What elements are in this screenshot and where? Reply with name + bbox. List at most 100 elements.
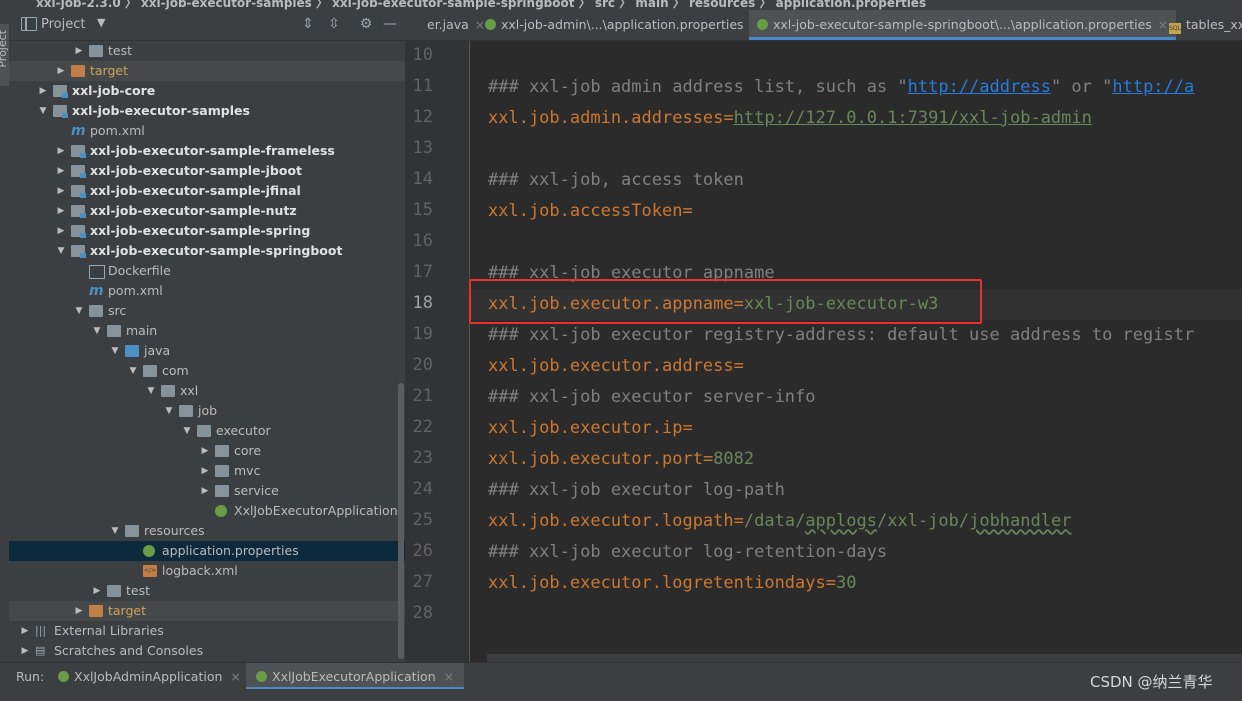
code-line[interactable]: xxl.job.executor.address= bbox=[488, 351, 744, 382]
line-number: 13 bbox=[412, 138, 433, 158]
chevron-down-icon[interactable]: ▼ bbox=[181, 421, 193, 441]
package-icon bbox=[215, 465, 229, 477]
chevron-right-icon[interactable]: ▶ bbox=[37, 81, 49, 101]
tree-item[interactable]: </> logback.xml bbox=[9, 561, 405, 581]
spring-icon bbox=[485, 19, 496, 30]
code-token: 30 bbox=[836, 573, 857, 593]
line-number-gutter: 10 11 12 13 14 15 16 17 18 19 20 21 22 23 24 25 26 27 28 bbox=[405, 41, 470, 662]
tree-item[interactable]: ▶ target bbox=[9, 61, 405, 81]
code-line[interactable]: xxl.job.admin.addresses=http://127.0.0.1… bbox=[488, 103, 1092, 134]
code-line[interactable]: xxl.job.executor.logpath=/data/applogs/x… bbox=[488, 506, 1071, 537]
tree-item[interactable]: ▶ test bbox=[9, 581, 405, 601]
chevron-right-icon[interactable]: ▶ bbox=[73, 601, 85, 621]
tree-item[interactable]: XxlJobExecutorApplication bbox=[9, 501, 405, 521]
tree-item[interactable]: ▼ src bbox=[9, 301, 405, 321]
close-icon[interactable]: × bbox=[230, 669, 240, 684]
chevron-down-icon[interactable]: ▼ bbox=[109, 341, 121, 361]
project-panel-title[interactable]: Project bbox=[41, 17, 85, 32]
chevron-down-icon[interactable]: ▼ bbox=[91, 321, 103, 341]
tree-item[interactable]: ▼ com bbox=[9, 361, 405, 381]
close-icon[interactable]: × bbox=[444, 669, 454, 684]
run-tab[interactable]: XxlJobExecutorApplication × bbox=[246, 663, 465, 690]
tree-item[interactable]: ▼ java bbox=[9, 341, 405, 361]
tree-item[interactable]: m pom.xml bbox=[9, 281, 405, 301]
collapse-all-icon[interactable]: ⇳ bbox=[325, 15, 343, 33]
project-tool-label[interactable]: Project bbox=[0, 30, 9, 68]
tree-item[interactable]: ▼ xxl-job-executor-sample-springboot bbox=[9, 241, 405, 261]
tree-item[interactable]: ▼ job bbox=[9, 401, 405, 421]
chevron-down-icon[interactable]: ▼ bbox=[55, 241, 67, 261]
tree-item[interactable]: ▶ xxl-job-executor-sample-spring bbox=[9, 221, 405, 241]
editor-tab[interactable]: xxl-job-executor-sample-springboot\...\a… bbox=[749, 10, 1176, 40]
code-line[interactable]: ### xxl-job admin address list, such as … bbox=[488, 72, 1194, 103]
editor-tab-label: xxl-job-admin\...\application.properties bbox=[501, 17, 744, 32]
chevron-right-icon[interactable]: ▶ bbox=[55, 201, 67, 221]
tree-item[interactable]: ▶ service bbox=[9, 481, 405, 501]
tree-item[interactable]: ▶ xxl-job-core bbox=[9, 81, 405, 101]
tree-item[interactable]: ▶ xxl-job-executor-sample-nutz bbox=[9, 201, 405, 221]
hide-panel-icon[interactable]: — bbox=[381, 15, 399, 33]
tree-item[interactable]: ▶ xxl-job-executor-sample-frameless bbox=[9, 141, 405, 161]
tree-item-label: main bbox=[126, 323, 158, 338]
code-line[interactable]: xxl.job.executor.logretentiondays=30 bbox=[488, 568, 857, 599]
expand-all-icon[interactable]: ⇕ bbox=[299, 15, 317, 33]
chevron-right-icon[interactable]: ▶ bbox=[199, 461, 211, 481]
gear-icon[interactable]: ⚙ bbox=[357, 15, 375, 33]
chevron-down-icon[interactable]: ▼ bbox=[109, 521, 121, 541]
chevron-right-icon[interactable]: ▶ bbox=[73, 41, 85, 61]
chevron-down-icon[interactable]: ▼ bbox=[145, 381, 157, 401]
chevron-right-icon[interactable]: ▶ bbox=[19, 641, 31, 661]
code-editor[interactable]: ### xxl-job admin address list, such as … bbox=[470, 41, 1242, 662]
code-line[interactable]: ### xxl-job executor log-retention-days bbox=[488, 537, 887, 568]
tree-item[interactable]: m pom.xml bbox=[9, 121, 405, 141]
tree-item[interactable]: Dockerfile bbox=[9, 261, 405, 281]
code-line[interactable]: ### xxl-job, access token bbox=[488, 165, 744, 196]
code-line[interactable]: xxl.job.accessToken= bbox=[488, 196, 693, 227]
editor-tab[interactable]: SQL tables_xxl_ bbox=[1161, 10, 1242, 40]
run-label: Run: bbox=[16, 669, 45, 684]
tree-item[interactable]: ▼ xxl-job-executor-samples bbox=[9, 101, 405, 121]
tree-item[interactable]: ▶ target bbox=[9, 601, 405, 621]
tree-item[interactable]: ▶ core bbox=[9, 441, 405, 461]
chevron-right-icon[interactable]: ▶ bbox=[199, 441, 211, 461]
chevron-right-icon[interactable]: ▶ bbox=[55, 141, 67, 161]
chevron-down-icon[interactable]: ▼ bbox=[37, 101, 49, 121]
chevron-right-icon[interactable]: ▶ bbox=[55, 61, 67, 81]
code-token: ### xxl-job executor log-path bbox=[488, 480, 785, 500]
tree-item[interactable]: ▶ xxl-job-executor-sample-jfinal bbox=[9, 181, 405, 201]
chevron-right-icon[interactable]: ▶ bbox=[91, 581, 103, 601]
tree-item[interactable]: ▶ test bbox=[9, 41, 405, 61]
chevron-right-icon[interactable]: ▶ bbox=[199, 481, 211, 501]
project-scrollbar[interactable] bbox=[398, 383, 404, 659]
code-line[interactable]: ### xxl-job executor server-info bbox=[488, 382, 816, 413]
chevron-right-icon[interactable]: ▶ bbox=[55, 181, 67, 201]
tree-item[interactable]: ▼ resources bbox=[9, 521, 405, 541]
chevron-right-icon[interactable]: ▶ bbox=[19, 621, 31, 641]
tree-item[interactable]: ▶ ▤ Scratches and Consoles bbox=[9, 641, 405, 661]
code-line[interactable]: ### xxl-job executor log-path bbox=[488, 475, 785, 506]
tree-item[interactable]: ▼ main bbox=[9, 321, 405, 341]
code-line[interactable]: xxl.job.executor.port=8082 bbox=[488, 444, 754, 475]
editor-tab[interactable]: xxl-job-admin\...\application.properties… bbox=[477, 10, 768, 40]
tree-item[interactable]: application.properties bbox=[9, 541, 405, 561]
chevron-down-icon[interactable]: ▼ bbox=[127, 361, 139, 381]
tree-item[interactable]: ▼ xxl bbox=[9, 381, 405, 401]
tree-item[interactable]: ▼ executor bbox=[9, 421, 405, 441]
maven-icon: m bbox=[89, 283, 104, 299]
editor-horizontal-scrollbar[interactable] bbox=[487, 654, 1242, 662]
code-line[interactable]: xxl.job.executor.ip= bbox=[488, 413, 693, 444]
line-number: 23 bbox=[412, 448, 433, 468]
tree-item[interactable]: ▶ ||| External Libraries bbox=[9, 621, 405, 641]
run-tab[interactable]: XxlJobAdminApplication × bbox=[48, 663, 251, 690]
package-icon bbox=[215, 445, 229, 457]
chevron-down-icon[interactable]: ▼ bbox=[163, 401, 175, 421]
chevron-down-icon[interactable]: ▼ bbox=[73, 301, 85, 321]
line-number: 21 bbox=[412, 386, 433, 406]
chevron-right-icon[interactable]: ▶ bbox=[55, 221, 67, 241]
chevron-down-icon[interactable]: ▼ bbox=[97, 16, 105, 29]
line-number: 15 bbox=[412, 200, 433, 220]
tree-item[interactable]: ▶ xxl-job-executor-sample-jboot bbox=[9, 161, 405, 181]
chevron-right-icon[interactable]: ▶ bbox=[55, 161, 67, 181]
tree-item[interactable]: ▶ mvc bbox=[9, 461, 405, 481]
code-line[interactable]: ### xxl-job executor registry-address: d… bbox=[488, 320, 1194, 351]
